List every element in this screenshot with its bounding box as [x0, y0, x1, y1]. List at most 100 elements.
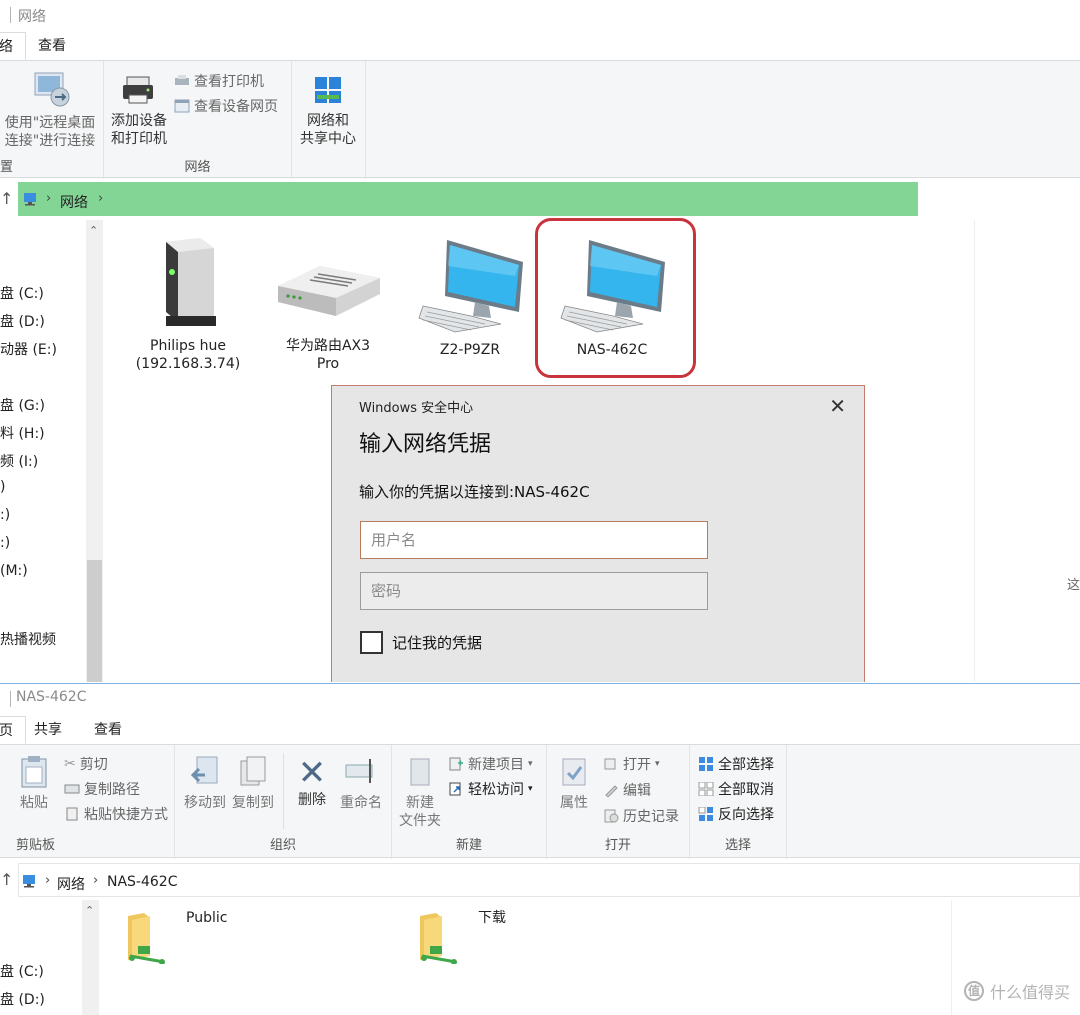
remember-credentials-row[interactable]: 记住我的凭据 [360, 631, 482, 654]
add-device-label: 添加设备 和打印机 [111, 113, 167, 147]
edit-button[interactable]: 编辑 [603, 780, 651, 800]
ribbon-group-connect: 使用"远程桌面 连接"进行连接 置 [0, 61, 104, 179]
remember-credentials-label: 记住我的凭据 [392, 634, 483, 652]
nav-item-drive-j[interactable]: ) [0, 479, 5, 495]
cut-button[interactable]: ✂ 剪切 [64, 754, 108, 774]
copy-path-button[interactable]: 复制路径 [64, 779, 140, 799]
ribbon-group-label-open: 打开 [604, 838, 631, 853]
edit-icon [605, 785, 618, 797]
address-field[interactable]: › 网络 › [18, 182, 918, 216]
chevron-right-icon[interactable]: › [98, 191, 103, 206]
move-to-label: 移动到 [184, 795, 226, 811]
network-item-z2-p9zr[interactable]: Z2-P9ZR [410, 236, 530, 359]
tab-share[interactable]: 共享 [22, 716, 74, 744]
breadcrumb-nas[interactable]: NAS-462C [107, 874, 178, 890]
network-item-philips-hue[interactable]: Philips hue (192.168.3.74) [128, 236, 248, 373]
scroll-thumb[interactable] [87, 560, 102, 682]
scroll-up-icon[interactable]: ⌃ [89, 224, 98, 237]
nav-item-drive-e[interactable]: 动器 (E:) [0, 339, 57, 359]
nav-item-drive-g[interactable]: 盘 (G:) [0, 395, 45, 415]
copy-to-button[interactable]: 复制到 [229, 755, 277, 812]
delete-label: 删除 [298, 792, 326, 808]
paste-shortcut-button[interactable]: 粘贴快捷方式 [64, 804, 168, 824]
nav-item-drive-l[interactable]: :) [0, 535, 10, 551]
nav-scrollbar[interactable]: ⌃ [82, 900, 99, 1015]
properties-button[interactable]: 属性 [553, 755, 595, 812]
dropdown-icon: ▾ [528, 784, 533, 794]
open-icon [604, 758, 616, 770]
view-printers-button[interactable]: 查看打印机 [174, 71, 264, 91]
network-item-huawei-router[interactable]: 华为路由AX3 Pro [268, 236, 388, 373]
rename-label: 重命名 [340, 795, 382, 811]
delete-x-icon: ✕ [297, 753, 327, 793]
scroll-up-icon[interactable]: ⌃ [85, 904, 94, 917]
password-input[interactable] [360, 572, 708, 610]
ribbon-group-clipboard: 粘贴 ✂ 剪切 复制路径 粘贴快捷方式 剪贴板 [0, 745, 175, 859]
ribbon: 粘贴 ✂ 剪切 复制路径 粘贴快捷方式 剪贴板 移动到 复制到 ✕ 删除 重命名… [0, 744, 1080, 859]
open-button[interactable]: 打开 ▾ [603, 754, 660, 774]
server-tower-icon [166, 238, 216, 326]
nav-item-hot-videos[interactable]: 热播视频 [0, 629, 56, 649]
paste-label: 粘贴 [20, 795, 48, 811]
nav-item-drive-c[interactable]: 盘 (C:) [0, 961, 44, 981]
router-icon [278, 266, 380, 316]
title-bar: 网络 [0, 0, 1080, 30]
invert-selection-button[interactable]: 反向选择 [698, 804, 774, 824]
navigation-pane: 盘 (C:) 盘 (D:) [0, 900, 82, 1015]
nav-item-drive-i[interactable]: 频 (I:) [0, 451, 38, 471]
tab-home[interactable]: 页 [0, 716, 26, 744]
paste-button[interactable]: 粘贴 [14, 755, 54, 812]
network-center-label: 网络和 共享中心 [300, 113, 356, 147]
history-button[interactable]: 历史记录 [603, 806, 679, 826]
ribbon-tabs: 络 查看 [0, 32, 1080, 60]
up-arrow-icon[interactable]: ↑ [0, 189, 13, 208]
window-title: NAS-462C [16, 689, 87, 705]
chevron-right-icon: › [46, 191, 52, 206]
invert-selection-label: 反向选择 [718, 807, 774, 823]
move-to-button[interactable]: 移动到 [181, 755, 229, 812]
delete-button[interactable]: ✕ 删除 [289, 755, 335, 809]
address-field[interactable]: › 网络 › NAS-462C [18, 863, 1080, 897]
close-icon[interactable]: ✕ [829, 394, 846, 418]
tab-network[interactable]: 络 [0, 32, 26, 60]
nav-item-drive-m[interactable]: (M:) [0, 563, 28, 579]
printer-icon [123, 76, 153, 104]
select-all-button[interactable]: 全部选择 [698, 754, 774, 774]
nav-item-drive-d[interactable]: 盘 (D:) [0, 989, 45, 1009]
nav-item-drive-c[interactable]: 盘 (C:) [0, 283, 44, 303]
breadcrumb-network[interactable]: 网络 [57, 874, 85, 894]
remote-desktop-button[interactable]: 使用"远程桌面 连接"进行连接 [2, 69, 98, 150]
new-folder-icon [410, 758, 430, 786]
new-folder-label: 新建 文件夹 [399, 795, 441, 829]
easy-access-label: 轻松访问 [468, 782, 524, 798]
tab-view[interactable]: 查看 [82, 716, 134, 744]
printer-small-icon [175, 75, 189, 85]
dialog-message: 输入你的凭据以连接到:NAS-462C [359, 483, 590, 501]
breadcrumb-network[interactable]: 网络 [60, 192, 88, 212]
select-none-button[interactable]: 全部取消 [698, 779, 774, 799]
nav-scrollbar[interactable]: ⌃ [86, 220, 103, 682]
nav-item-drive-k[interactable]: :) [0, 507, 10, 523]
rename-button[interactable]: 重命名 [335, 755, 387, 812]
tab-view[interactable]: 查看 [26, 32, 78, 60]
username-input[interactable] [360, 521, 708, 559]
remember-credentials-checkbox[interactable] [360, 631, 383, 654]
chevron-right-icon[interactable]: › [93, 873, 98, 888]
easy-access-button[interactable]: 轻松访问 ▾ [448, 779, 533, 799]
network-item-label: Philips hue (192.168.3.74) [135, 338, 241, 372]
shortcut-icon [66, 807, 78, 821]
up-arrow-icon[interactable]: ↑ [0, 870, 13, 889]
computer-icon [418, 240, 523, 333]
network-center-button[interactable]: 网络和 共享中心 [294, 73, 362, 148]
view-device-web-label: 查看设备网页 [194, 99, 278, 115]
new-folder-button[interactable]: 新建 文件夹 [396, 755, 444, 830]
add-device-button[interactable]: 添加设备 和打印机 [108, 75, 170, 148]
nav-item-drive-h[interactable]: 料 (H:) [0, 423, 45, 443]
view-device-web-button[interactable]: 查看设备网页 [174, 96, 278, 116]
new-item-button[interactable]: 新建项目 ▾ [448, 754, 533, 774]
open-label: 打开 [623, 757, 651, 773]
window-title: 网络 [18, 9, 46, 25]
copy-to-icon [240, 756, 266, 786]
network-location-icon [24, 193, 36, 206]
nav-item-drive-d[interactable]: 盘 (D:) [0, 311, 45, 331]
